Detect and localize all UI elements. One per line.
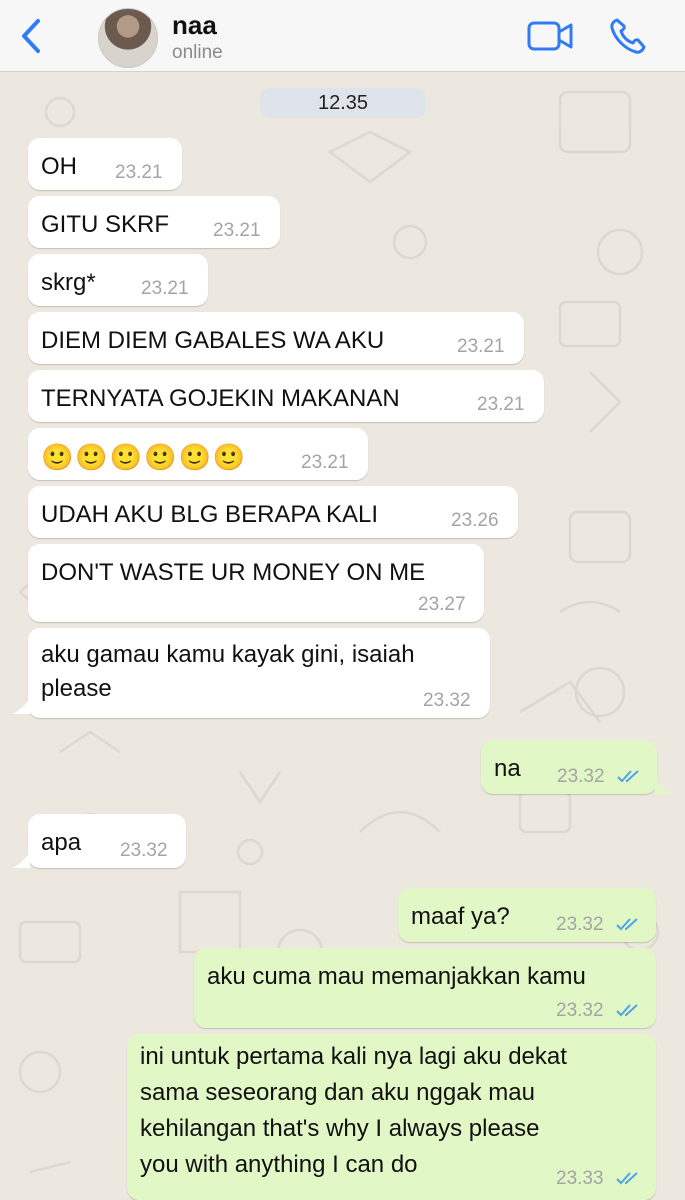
message-time: 23.33: [556, 1168, 604, 1189]
message-text-line: aku gamau kamu kayak gini, isaiah: [41, 641, 415, 668]
message-time: 23.32: [557, 766, 605, 787]
message-text: aku cuma mau memanjakkan kamu: [207, 963, 586, 990]
chat-area[interactable]: 12.35 OH 23.21 GITU SKRF 23.21 skrg* 23.…: [0, 72, 685, 1200]
message-text: DON'T WASTE UR MONEY ON ME: [41, 559, 426, 586]
incoming-message[interactable]: GITU SKRF 23.21: [28, 196, 280, 248]
outgoing-message[interactable]: ini untuk pertama kali nya lagi aku deka…: [127, 1034, 656, 1200]
message-time: 23.27: [418, 594, 466, 615]
incoming-message[interactable]: DON'T WASTE UR MONEY ON ME 23.27: [28, 544, 484, 622]
outgoing-message[interactable]: maaf ya? 23.32: [398, 888, 656, 942]
contact-name[interactable]: naa: [172, 10, 217, 41]
message-time: 23.21: [115, 162, 163, 183]
outgoing-message[interactable]: na 23.32: [481, 740, 657, 794]
phone-icon[interactable]: [608, 16, 648, 56]
chevron-left-icon[interactable]: [16, 18, 46, 54]
message-text-line: ini untuk pertama kali nya lagi aku deka…: [140, 1043, 567, 1070]
incoming-message[interactable]: UDAH AKU BLG BERAPA KALI 23.26: [28, 486, 518, 538]
incoming-message[interactable]: OH 23.21: [28, 138, 182, 190]
message-time: 23.26: [451, 510, 499, 531]
incoming-message[interactable]: 🙂🙂🙂🙂🙂🙂 23.21: [28, 428, 368, 480]
incoming-message[interactable]: DIEM DIEM GABALES WA AKU 23.21: [28, 312, 524, 364]
date-separator: 12.35: [260, 88, 426, 118]
bubble-tail: [12, 852, 30, 868]
message-time: 23.32: [556, 914, 604, 935]
video-call-icon[interactable]: [526, 18, 574, 54]
message-text: DIEM DIEM GABALES WA AKU: [41, 327, 385, 354]
message-text-line: please: [41, 675, 112, 702]
message-text-line: you with anything I can do: [140, 1151, 418, 1178]
message-time: 23.21: [477, 394, 525, 415]
chat-header: naa online: [0, 0, 685, 72]
message-text-line: kehilangan that's why I always please: [140, 1115, 540, 1142]
read-receipt-icon: [617, 770, 639, 783]
message-emojis: 🙂🙂🙂🙂🙂🙂: [41, 442, 248, 472]
avatar[interactable]: [98, 8, 158, 68]
message-text: TERNYATA GOJEKIN MAKANAN: [41, 385, 400, 412]
message-text: skrg*: [41, 269, 96, 296]
message-text: UDAH AKU BLG BERAPA KALI: [41, 501, 379, 528]
bubble-tail: [12, 698, 30, 714]
message-time: 23.32: [120, 840, 168, 861]
incoming-message[interactable]: skrg* 23.21: [28, 254, 208, 306]
message-time: 23.21: [141, 278, 189, 299]
message-text-line: sama seseorang dan aku nggak mau: [140, 1079, 535, 1106]
bubble-tail: [655, 778, 673, 794]
message-text: apa: [41, 829, 82, 856]
contact-status: online: [172, 42, 223, 63]
incoming-message[interactable]: aku gamau kamu kayak gini, isaiah please…: [28, 628, 490, 718]
message-time: 23.32: [423, 690, 471, 711]
outgoing-message[interactable]: aku cuma mau memanjakkan kamu 23.32: [194, 948, 656, 1028]
incoming-message[interactable]: apa 23.32: [28, 814, 186, 868]
read-receipt-icon: [616, 1172, 638, 1185]
message-time: 23.32: [556, 1000, 604, 1021]
message-text: OH: [41, 153, 77, 180]
incoming-message[interactable]: TERNYATA GOJEKIN MAKANAN 23.21: [28, 370, 544, 422]
message-text: na: [494, 755, 521, 782]
message-time: 23.21: [213, 220, 261, 241]
message-time: 23.21: [457, 336, 505, 357]
read-receipt-icon: [616, 1004, 638, 1017]
message-time: 23.21: [301, 452, 349, 473]
message-text: GITU SKRF: [41, 211, 170, 238]
message-text: maaf ya?: [411, 903, 510, 930]
read-receipt-icon: [616, 918, 638, 931]
